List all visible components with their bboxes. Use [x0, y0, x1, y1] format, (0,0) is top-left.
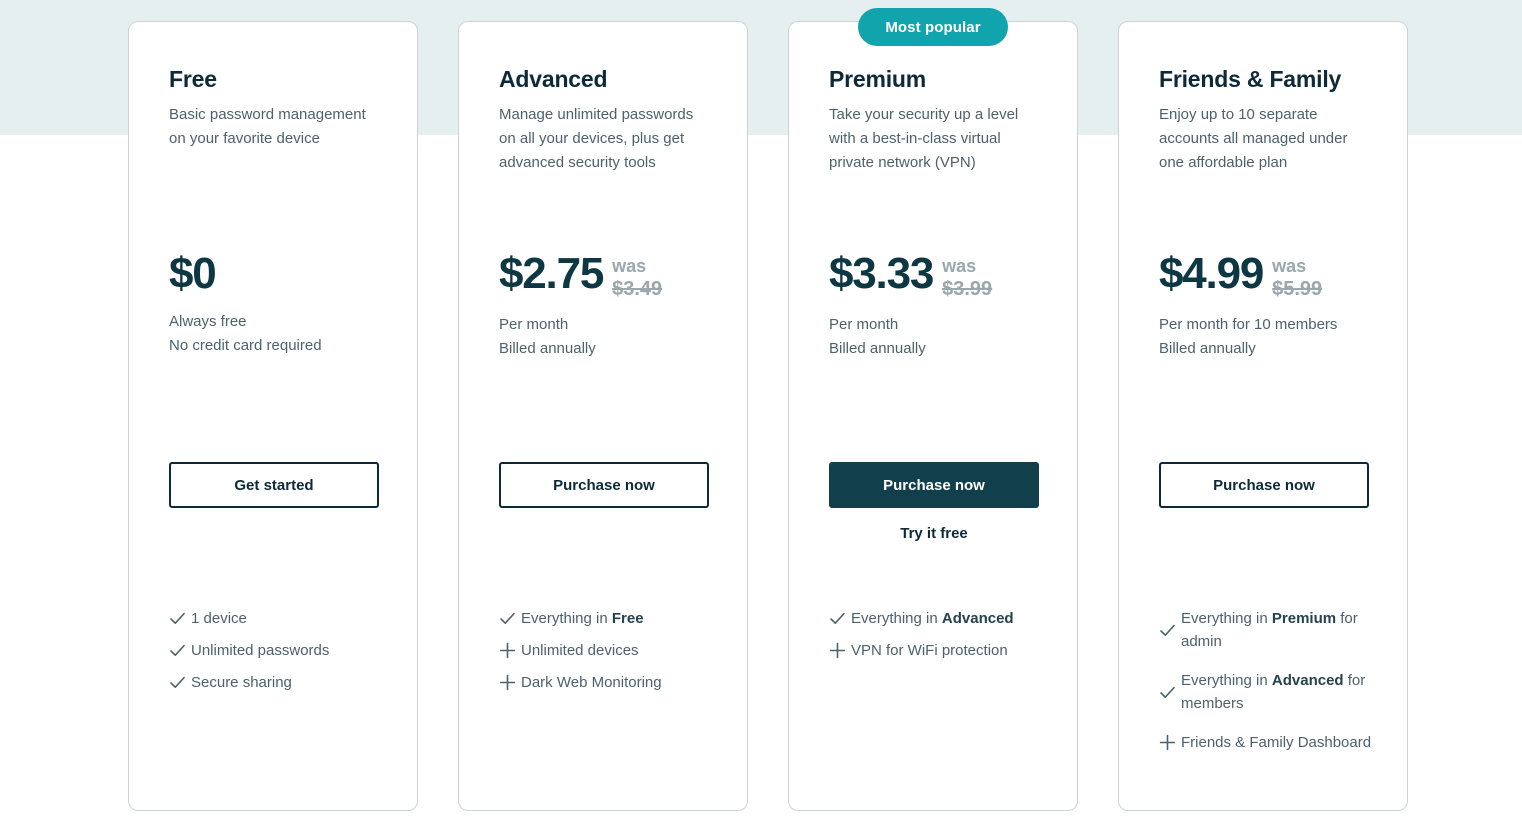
plan-description: Enjoy up to 10 separate accounts all man…: [1159, 106, 1348, 171]
most-popular-badge-label: Most popular: [885, 18, 981, 36]
cta-area: Purchase now Try it free: [829, 462, 1039, 542]
price-row: $2.75 was $3.49: [499, 250, 662, 301]
plan-description: Basic password management on your favori…: [169, 106, 366, 147]
price-row: $3.33 was $3.99: [829, 250, 992, 301]
previous-price-group: was $5.99: [1272, 255, 1322, 301]
feature-item: Everything in Free: [499, 607, 714, 630]
plan-description: Take your security up a level with a bes…: [829, 106, 1019, 171]
price-block: $2.75 was $3.49 Per month Billed annually: [499, 250, 662, 361]
current-price: $4.99: [1159, 249, 1264, 298]
current-price: $3.33: [829, 249, 934, 298]
feature-item: Everything in Advanced: [829, 607, 1044, 630]
price-subtext-line-1: Always free: [169, 313, 247, 330]
feature-item: VPN for WiFi protection: [829, 639, 1044, 662]
pricing-card-free: Free Basic password management on your fa…: [128, 21, 418, 811]
price-subtext-line-2: Billed annually: [1159, 340, 1256, 357]
check-icon: [499, 610, 521, 627]
cta-area: Get started: [169, 462, 379, 508]
pricing-card-premium: Premium Take your security up a level wit…: [788, 21, 1078, 811]
previous-price-group: was $3.49: [612, 255, 662, 301]
most-popular-badge: Most popular: [858, 8, 1008, 46]
price-subtext-line-2: Billed annually: [499, 340, 596, 357]
was-label: was: [942, 256, 977, 276]
plus-icon: [499, 674, 521, 691]
check-icon: [829, 610, 851, 627]
feature-label: Unlimited passwords: [191, 642, 330, 659]
feature-list: Everything in Advanced VPN for WiFi prote…: [829, 607, 1044, 671]
feature-label: Everything in Free: [521, 610, 644, 627]
feature-item: 1 device: [169, 607, 384, 630]
feature-label: Everything in Premium for admin: [1181, 610, 1358, 650]
price-row: $4.99 was $5.99: [1159, 250, 1337, 301]
previous-price: $3.49: [612, 278, 663, 300]
feature-item: Everything in Premium for admin: [1159, 607, 1374, 653]
pricing-card-friends-family: Friends & Family Enjoy up to 10 separate …: [1118, 21, 1408, 811]
feature-item: Friends & Family Dashboard: [1159, 731, 1374, 754]
feature-item: Secure sharing: [169, 671, 384, 694]
plan-name: Free: [169, 66, 217, 92]
plus-icon: [829, 642, 851, 659]
primary-cta-button[interactable]: Get started: [169, 462, 379, 508]
price-subtext: Per month for 10 members Billed annually: [1159, 313, 1337, 361]
feature-label: Dark Web Monitoring: [521, 674, 662, 691]
primary-cta-button[interactable]: Purchase now: [829, 462, 1039, 508]
feature-item: Unlimited passwords: [169, 639, 384, 662]
feature-label: VPN for WiFi protection: [851, 642, 1008, 659]
price-subtext-line-1: Per month: [499, 316, 569, 333]
feature-label: Everything in Advanced for members: [1181, 672, 1366, 712]
feature-label: Everything in Advanced: [851, 610, 1014, 627]
price-block: $4.99 was $5.99 Per month for 10 members Bil…: [1159, 250, 1337, 361]
plan-name: Advanced: [499, 66, 608, 92]
feature-list: 1 device Unlimited passwords Secure sharin…: [169, 607, 384, 703]
plan-name: Friends & Family: [1159, 66, 1342, 92]
feature-label: 1 device: [191, 610, 247, 627]
feature-label: Unlimited devices: [521, 642, 639, 659]
cta-area: Purchase now: [1159, 462, 1369, 508]
price-subtext: Always free No credit card required: [169, 310, 322, 358]
current-price: $2.75: [499, 249, 604, 298]
previous-price: $5.99: [1272, 278, 1323, 300]
was-label: was: [612, 256, 647, 276]
price-block: $3.33 was $3.99 Per month Billed annually: [829, 250, 992, 361]
feature-item: Unlimited devices: [499, 639, 714, 662]
plan-name: Premium: [829, 66, 927, 92]
price-block: $0 Always free No credit card required: [169, 250, 322, 358]
check-icon: [1159, 622, 1181, 639]
price-subtext-line-1: Per month: [829, 316, 899, 333]
feature-label: Friends & Family Dashboard: [1181, 734, 1372, 751]
feature-item: Dark Web Monitoring: [499, 671, 714, 694]
price-row: $0: [169, 250, 322, 298]
was-label: was: [1272, 256, 1307, 276]
secondary-cta-link[interactable]: Try it free: [829, 525, 1039, 542]
price-subtext: Per month Billed annually: [499, 313, 662, 361]
pricing-card-advanced: Advanced Manage unlimited passwords on al…: [458, 21, 748, 811]
plus-icon: [1159, 734, 1181, 751]
pricing-cards-container: Free Basic password management on your fa…: [0, 0, 1522, 816]
current-price: $0: [169, 249, 217, 298]
check-icon: [169, 610, 191, 627]
price-subtext-line-2: Billed annually: [829, 340, 926, 357]
primary-cta-button[interactable]: Purchase now: [1159, 462, 1369, 508]
check-icon: [169, 642, 191, 659]
price-subtext-line-2: No credit card required: [169, 337, 322, 354]
plus-icon: [499, 642, 521, 659]
cta-area: Purchase now: [499, 462, 709, 508]
check-icon: [1159, 684, 1181, 701]
primary-cta-button[interactable]: Purchase now: [499, 462, 709, 508]
check-icon: [169, 674, 191, 691]
feature-list: Everything in Free Unlimited devices Dark …: [499, 607, 714, 703]
feature-list: Everything in Premium for admin Everythin…: [1159, 607, 1374, 763]
price-subtext-line-1: Per month for 10 members: [1159, 316, 1338, 333]
previous-price-group: was $3.99: [942, 255, 992, 301]
plan-description: Manage unlimited passwords on all your d…: [499, 106, 694, 171]
feature-label: Secure sharing: [191, 674, 292, 691]
price-subtext: Per month Billed annually: [829, 313, 992, 361]
previous-price: $3.99: [942, 278, 993, 300]
feature-item: Everything in Advanced for members: [1159, 669, 1374, 715]
